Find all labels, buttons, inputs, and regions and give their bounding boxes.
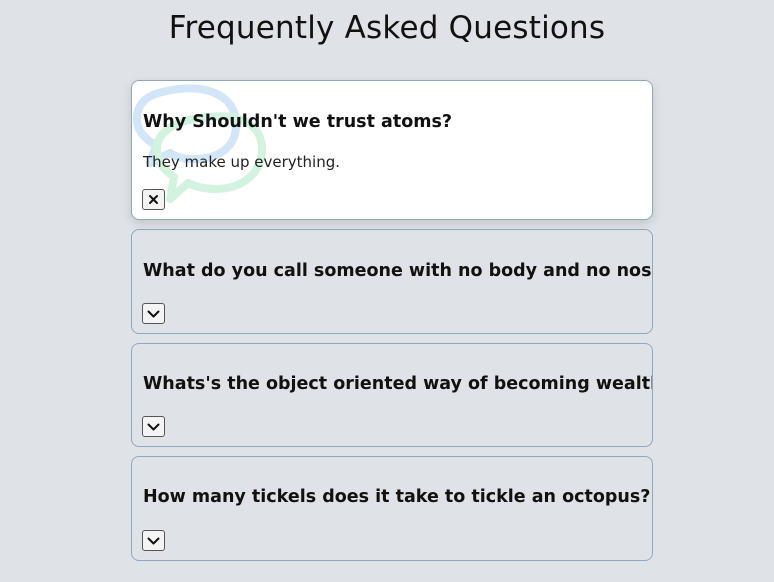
expand-button[interactable]: [142, 416, 165, 437]
chevron-down-icon: [147, 423, 160, 430]
faq-answer: They make up everything.: [143, 153, 341, 171]
faq-item-1: Why Shouldn't we trust atoms? They make …: [131, 80, 653, 220]
close-icon: [149, 195, 158, 204]
faq-item-3: Whats's the object oriented way of becom…: [131, 343, 653, 447]
expand-button[interactable]: [142, 530, 165, 551]
page-title: Frequently Asked Questions: [168, 10, 606, 46]
collapse-button[interactable]: [142, 189, 165, 210]
expand-button[interactable]: [142, 303, 165, 324]
faq-question: Why Shouldn't we trust atoms?: [143, 112, 453, 132]
faq-question: How many tickels does it take to tickle …: [143, 487, 651, 507]
faq-question: Whats's the object oriented way of becom…: [143, 374, 653, 394]
faq-item-4: How many tickels does it take to tickle …: [131, 456, 653, 561]
chevron-down-icon: [147, 310, 160, 317]
faq-question: What do you call someone with no body an…: [143, 261, 653, 281]
chevron-down-icon: [147, 537, 160, 544]
faq-item-2: What do you call someone with no body an…: [131, 229, 653, 334]
